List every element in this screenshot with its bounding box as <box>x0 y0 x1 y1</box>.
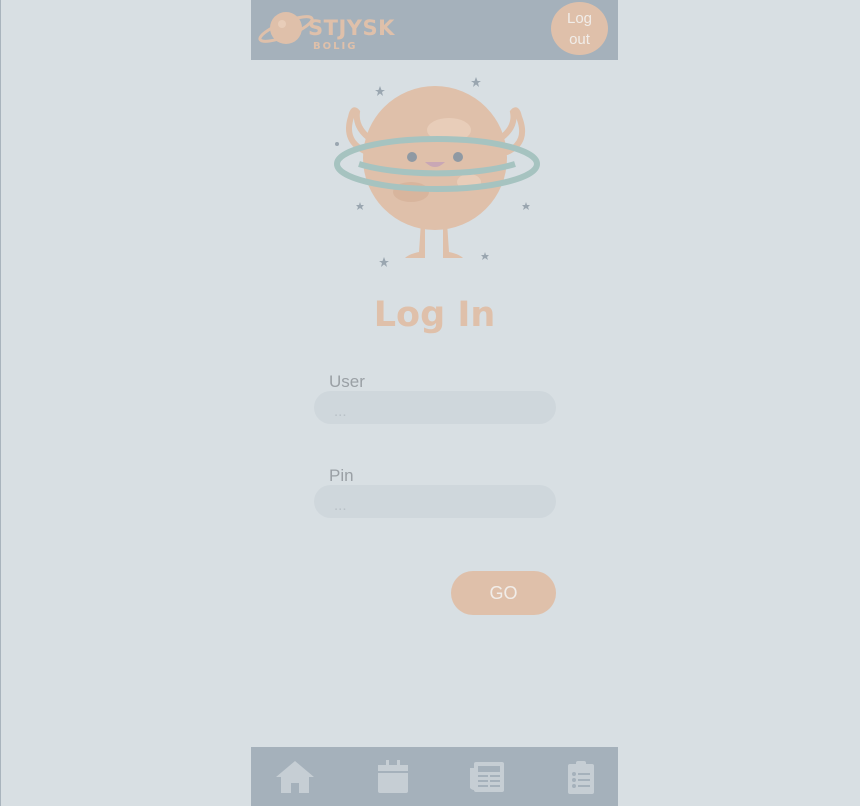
logo-subtext: BOLIG <box>313 41 358 52</box>
user-label: User <box>329 372 365 391</box>
top-bar: STJYSK BOLIG Log out <box>251 0 618 60</box>
calendar-icon <box>378 759 408 793</box>
logout-button[interactable]: Log out <box>551 2 608 55</box>
user-input[interactable] <box>314 391 556 424</box>
app-screen: STJYSK BOLIG Log out Log In User ... Pin… <box>251 0 618 806</box>
planet-mascot-illustration <box>334 77 540 267</box>
logo: STJYSK BOLIG <box>258 4 394 54</box>
logo-text: STJYSK <box>308 16 395 40</box>
nav-home[interactable] <box>265 747 325 806</box>
pin-label: Pin <box>329 466 354 485</box>
nav-tasks[interactable] <box>551 747 611 806</box>
bottom-nav <box>251 747 618 806</box>
pin-input[interactable] <box>314 485 556 518</box>
go-button[interactable]: GO <box>451 571 556 615</box>
clipboard-list-icon <box>568 760 594 794</box>
newspaper-icon <box>470 761 504 792</box>
page-title: Log In <box>373 295 496 335</box>
nav-calendar[interactable] <box>363 747 423 806</box>
home-icon <box>276 760 314 793</box>
nav-news[interactable] <box>457 747 517 806</box>
left-edge-divider <box>0 0 1 806</box>
